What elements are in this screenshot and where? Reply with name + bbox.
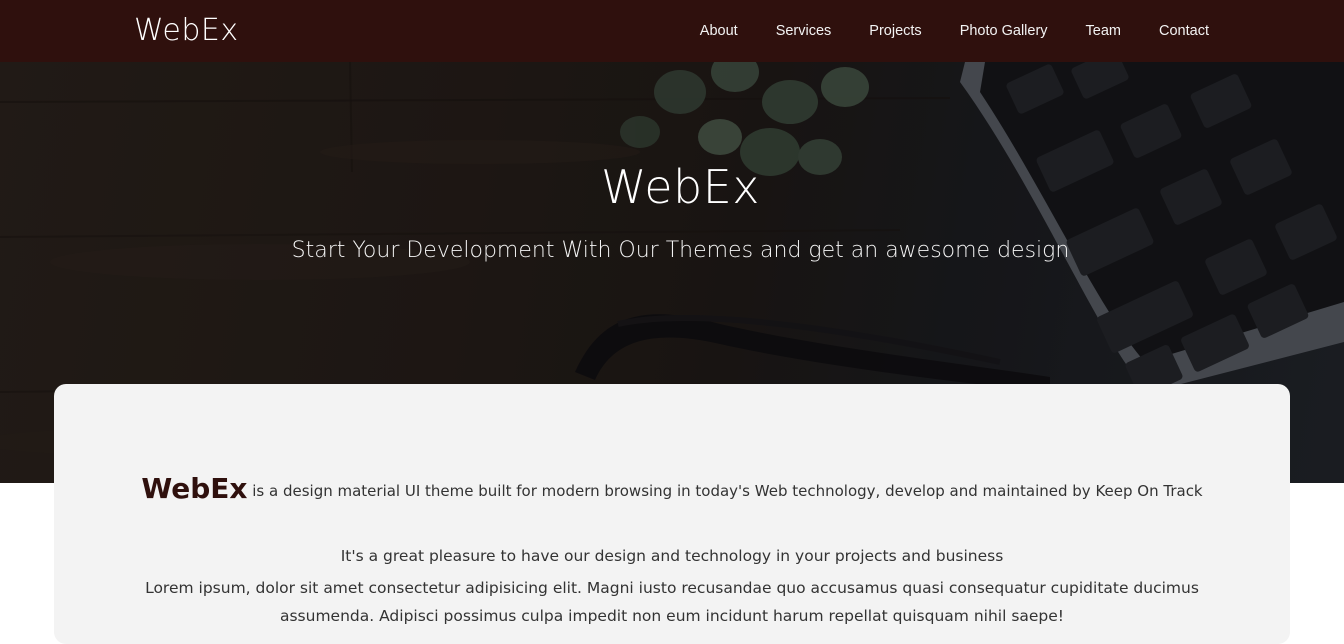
nav-link-photo-gallery[interactable]: Photo Gallery <box>960 23 1048 39</box>
navbar: WebEx About Services Projects Photo Gall… <box>0 0 1344 62</box>
brand-logo[interactable]: WebEx <box>134 12 239 50</box>
about-lorem-text: Lorem ipsum, dolor sit amet consectetur … <box>145 579 1199 625</box>
nav-item-team: Team <box>1048 23 1121 39</box>
nav-link-contact[interactable]: Contact <box>1159 23 1209 39</box>
about-pleasure-text: It's a great pleasure to have our design… <box>340 547 1004 565</box>
hero-subtitle: Start Your Development With Our Themes a… <box>291 238 1070 263</box>
nav-item-projects: Projects <box>831 23 921 39</box>
nav-link-about[interactable]: About <box>700 23 738 39</box>
about-intro: WebEx is a design material UI theme buil… <box>54 472 1290 505</box>
nav-link-team[interactable]: Team <box>1086 23 1121 39</box>
about-intro-text: is a design material UI theme built for … <box>247 482 1203 500</box>
nav-item-services: Services <box>738 23 832 39</box>
nav-item-contact: Contact <box>1121 23 1209 39</box>
nav-link-projects[interactable]: Projects <box>869 23 921 39</box>
about-brand: WebEx <box>141 472 248 505</box>
hero-title: WebEx <box>600 160 761 214</box>
nav-item-about: About <box>662 23 738 39</box>
about-card: WebEx is a design material UI theme buil… <box>54 384 1290 644</box>
nav-link-services[interactable]: Services <box>776 23 832 39</box>
nav-links: About Services Projects Photo Gallery Te… <box>662 0 1209 62</box>
nav-item-photo-gallery: Photo Gallery <box>922 23 1048 39</box>
